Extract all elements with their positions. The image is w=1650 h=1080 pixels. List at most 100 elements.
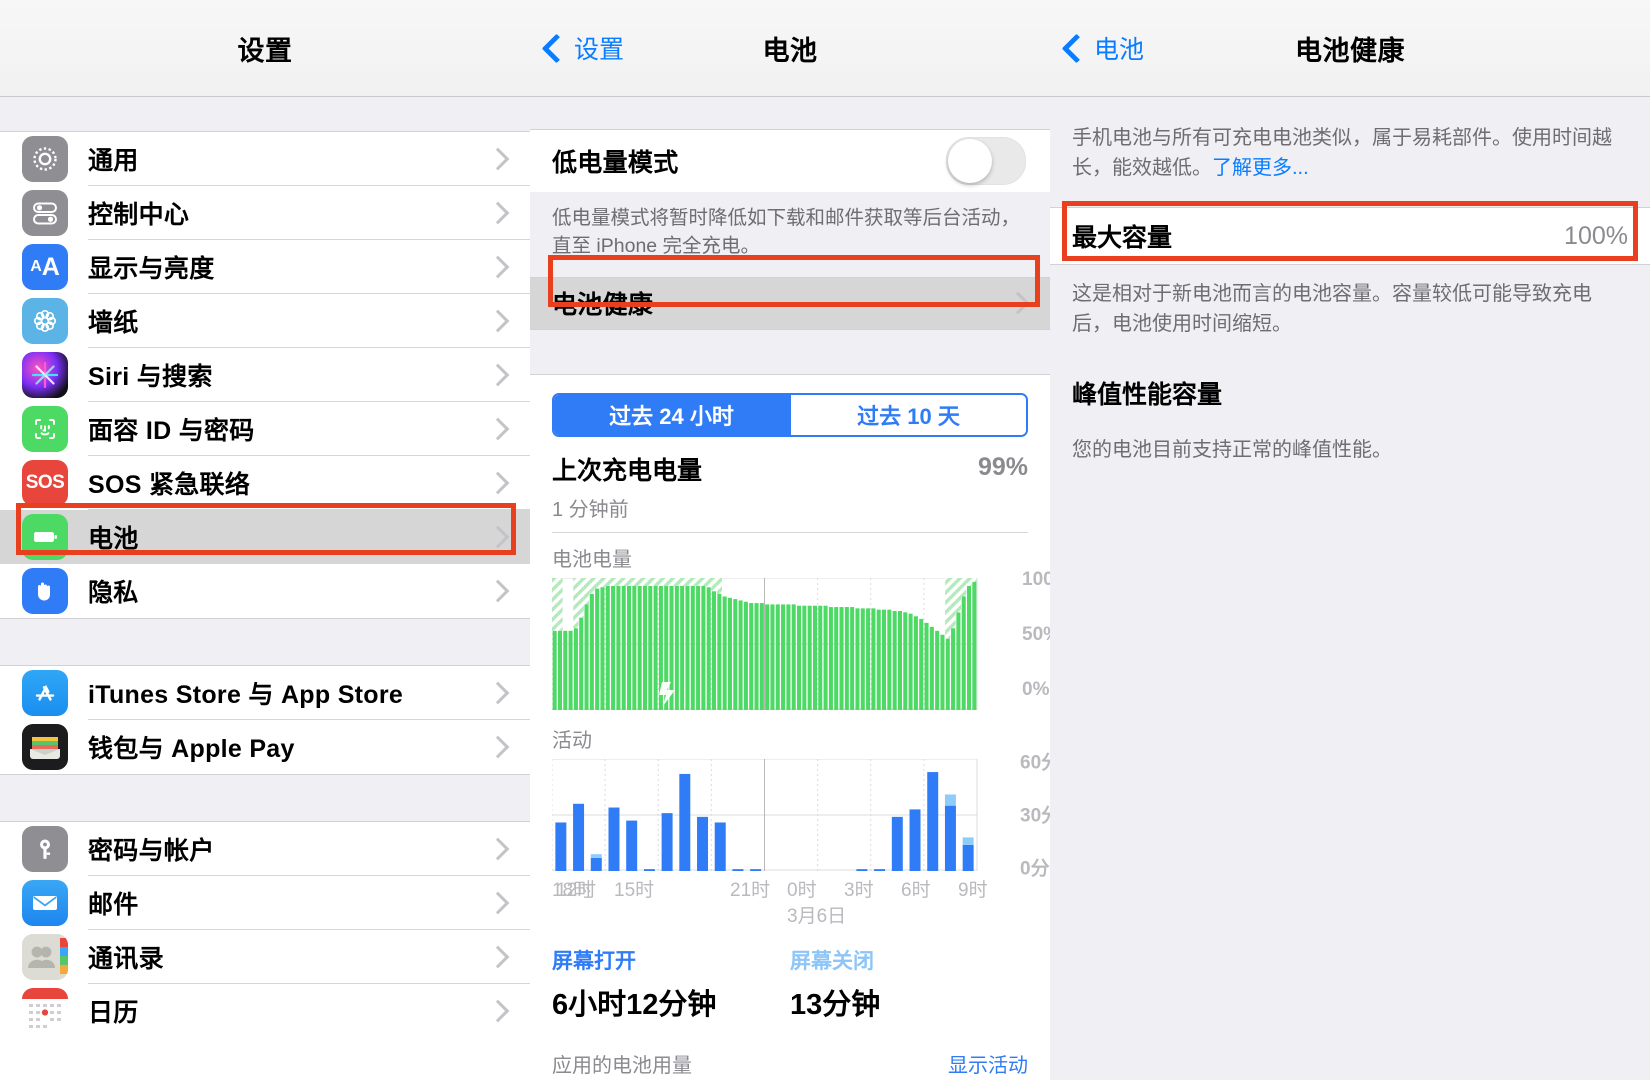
sidebar-item-wallet-apple-pay[interactable]: 钱包与 Apple Pay [0, 720, 530, 774]
learn-more-link[interactable]: 了解更多... [1212, 157, 1309, 179]
x-tick: 18时 [552, 875, 592, 902]
peak-performance-note: 您的电池目前支持正常的峰值性能。 [1050, 425, 1650, 483]
chevron-right-icon [487, 202, 510, 225]
sidebar-item-passwords-accounts[interactable]: 密码与帐户 [0, 822, 530, 876]
sidebar-item-control-center[interactable]: 控制中心 [0, 186, 530, 240]
chevron-right-icon [487, 892, 510, 915]
chevron-right-icon [1007, 292, 1030, 315]
y-tick: 100% [1022, 569, 1050, 591]
last-charge-value: 99% [978, 453, 1028, 482]
siri-icon [22, 352, 68, 398]
chevron-right-icon [487, 310, 510, 333]
sos-icon: SOS [22, 460, 68, 506]
activity-y-axis: 60分钟 30分钟 0分钟 [1020, 759, 1050, 871]
last-charge-row: 上次充电电量 1 分钟前 99% [530, 437, 1050, 532]
sidebar-item-wallpaper[interactable]: 墙纸 [0, 294, 530, 348]
sidebar-item-calendar[interactable]: 日历 [0, 984, 530, 1038]
control-center-icon [22, 190, 68, 236]
app-store-icon [22, 670, 68, 716]
y-tick: 60分钟 [1020, 747, 1050, 774]
sidebar-item-label: SOS 紧急联络 [88, 465, 490, 501]
battery-icon [22, 514, 68, 560]
chevron-right-icon [487, 364, 510, 387]
last-charge-title: 上次充电电量 [552, 451, 978, 487]
page-title: 设置 [238, 29, 293, 68]
x-tick: 6时 [901, 875, 931, 902]
time-range-segmented-control-wrap: 过去 24 小时 过去 10 天 [530, 375, 1050, 437]
sidebar-item-itunes-app-store[interactable]: iTunes Store 与 App Store [0, 666, 530, 720]
sidebar-item-label: Siri 与搜索 [88, 357, 490, 393]
sidebar-item-general[interactable]: 通用 [0, 132, 530, 186]
sidebar-item-label: 控制中心 [88, 195, 490, 231]
low-power-mode-toggle[interactable] [946, 137, 1026, 185]
app-usage-title: 应用的电池用量 [552, 1049, 692, 1078]
back-button[interactable]: 电池 [1066, 30, 1144, 66]
show-activity-link[interactable]: 显示活动 [948, 1049, 1028, 1078]
sidebar-item-privacy[interactable]: 隐私 [0, 564, 530, 618]
sidebar-item-label: 通讯录 [88, 939, 490, 975]
sidebar-item-label: iTunes Store 与 App Store [88, 675, 490, 711]
face-id-icon [22, 406, 68, 452]
low-power-mode-footnote: 低电量模式将暂时降低如下载和邮件获取等后台活动，直至 iPhone 完全充电。 [530, 192, 1050, 278]
segment-last-24h[interactable]: 过去 24 小时 [554, 395, 789, 435]
chevron-right-icon [487, 472, 510, 495]
sidebar-item-label: 日历 [88, 993, 490, 1029]
battery-health-panel: 电池 电池健康 手机电池与所有可充电电池类似，属于易耗部件。使用时间越长，能效越… [1050, 0, 1650, 1080]
chevron-left-icon [542, 33, 572, 63]
battery-level-chart-block: 电池电量 100% 50% 0% [530, 533, 1050, 710]
group-spacer [0, 774, 530, 822]
max-capacity-row[interactable]: 最大容量 100% [1050, 207, 1650, 265]
max-capacity-label: 最大容量 [1072, 218, 1172, 254]
toggle-knob [948, 139, 992, 183]
chevron-right-icon [487, 256, 510, 279]
chevron-right-icon [487, 946, 510, 969]
wallet-icon [22, 724, 68, 770]
settings-group-1: 通用 控制中心 AA 显示与亮度 [0, 132, 530, 618]
chevron-right-icon [487, 526, 510, 549]
sidebar-item-battery[interactable]: 电池 [0, 510, 530, 564]
sidebar-item-face-id-passcode[interactable]: 面容 ID 与密码 [0, 402, 530, 456]
battery-health-intro-text: 手机电池与所有可充电电池类似，属于易耗部件。使用时间越长，能效越低。 [1072, 127, 1612, 179]
segment-last-10d[interactable]: 过去 10 天 [789, 395, 1026, 435]
sidebar-item-display-brightness[interactable]: AA 显示与亮度 [0, 240, 530, 294]
screen-on-label: 屏幕打开 [552, 945, 790, 975]
low-power-mode-label: 低电量模式 [552, 143, 946, 179]
key-icon [22, 826, 68, 872]
group-spacer [0, 97, 530, 132]
sidebar-item-contacts[interactable]: 通讯录 [0, 930, 530, 984]
wallpaper-icon [22, 298, 68, 344]
battery-health-row[interactable]: 电池健康 [530, 278, 1050, 330]
group-spacer [530, 330, 1050, 375]
activity-x-axis: 12时 15时 18时 21时 0时 3时 6时 9时 [552, 875, 1028, 901]
settings-group-3: 密码与帐户 邮件 [0, 822, 530, 1038]
page-title: 电池 [763, 29, 818, 68]
settings-panel: 设置 通用 控制中心 [0, 0, 530, 1080]
last-charge-subtitle: 1 分钟前 [552, 493, 978, 522]
battery-level-chart-title: 电池电量 [552, 543, 1050, 572]
battery-health-navbar: 电池 电池健康 [1050, 0, 1650, 97]
sidebar-item-label: 隐私 [88, 573, 490, 609]
page-title: 电池健康 [1295, 29, 1405, 68]
max-capacity-note: 这是相对于新电池而言的电池容量。容量较低可能导致充电后，电池使用时间缩短。 [1050, 265, 1650, 357]
screen-off-stat: 屏幕关闭 13分钟 [790, 945, 1028, 1023]
battery-level-chart: 100% 50% 0% [552, 578, 1028, 710]
sidebar-item-label: 邮件 [88, 885, 490, 921]
time-range-segmented-control[interactable]: 过去 24 小时 过去 10 天 [552, 393, 1028, 437]
battery-level-y-axis: 100% 50% 0% [1022, 578, 1050, 710]
chart-date-annotation: 3月6日 [787, 901, 846, 928]
y-tick: 30分钟 [1020, 800, 1050, 827]
group-spacer [530, 97, 1050, 130]
back-button-label: 设置 [574, 30, 624, 66]
sidebar-item-mail[interactable]: 邮件 [0, 876, 530, 930]
sidebar-item-label: 面容 ID 与密码 [88, 411, 490, 447]
privacy-hand-icon [22, 568, 68, 614]
back-button[interactable]: 设置 [546, 30, 624, 66]
screen-usage-stats: 屏幕打开 6小时12分钟 屏幕关闭 13分钟 [530, 929, 1050, 1027]
battery-panel: 设置 电池 低电量模式 低电量模式将暂时降低如下载和邮件获取等后台活动，直至 i… [530, 0, 1050, 1080]
chevron-right-icon [487, 736, 510, 759]
sidebar-item-emergency-sos[interactable]: SOS SOS 紧急联络 [0, 456, 530, 510]
battery-navbar: 设置 电池 [530, 0, 1050, 97]
sidebar-item-siri-search[interactable]: Siri 与搜索 [0, 348, 530, 402]
low-power-mode-row[interactable]: 低电量模式 [530, 130, 1050, 192]
screen-on-stat: 屏幕打开 6小时12分钟 [552, 945, 790, 1023]
